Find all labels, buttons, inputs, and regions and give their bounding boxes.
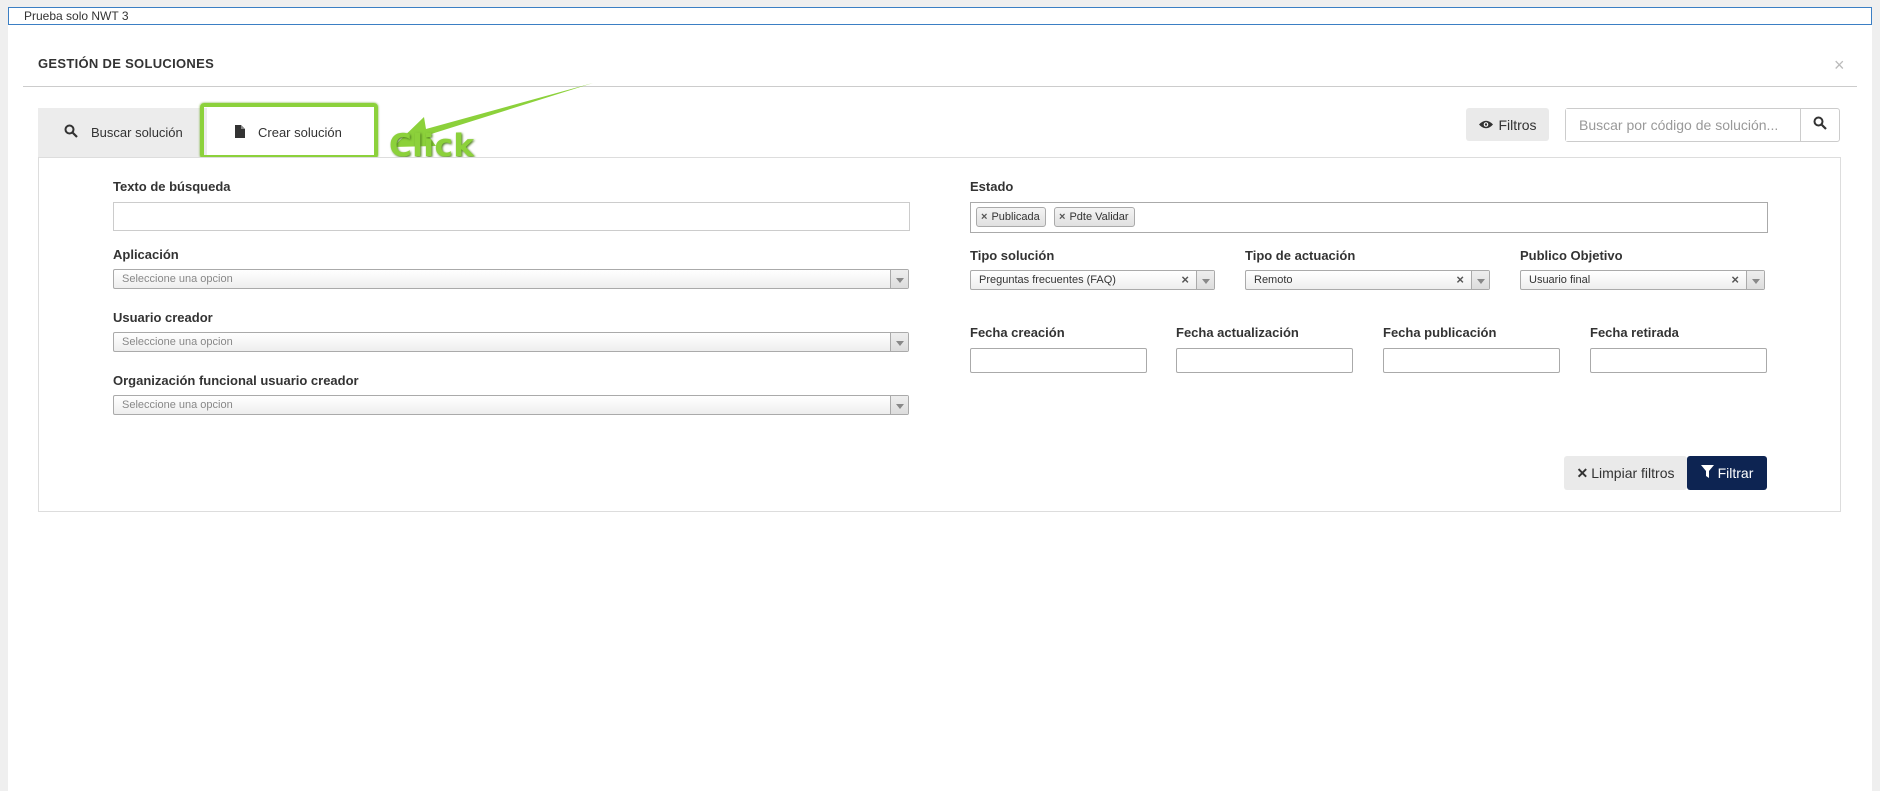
usuario-creador-select[interactable]: Seleccione una opcion <box>113 332 909 352</box>
org-funcional-label: Organización funcional usuario creador <box>113 373 359 388</box>
estado-multiselect[interactable]: × Publicada × Pdte Validar <box>970 202 1768 233</box>
aplicacion-label: Aplicación <box>113 247 179 262</box>
chip-label: Pdte Validar <box>1069 211 1129 223</box>
chevron-down-icon <box>1746 271 1764 289</box>
chevron-down-icon <box>1471 271 1489 289</box>
fecha-creacion-label: Fecha creación <box>970 325 1065 340</box>
close-icon[interactable]: × <box>1834 55 1845 76</box>
search-icon <box>1813 116 1827 135</box>
remove-icon[interactable]: × <box>981 211 987 223</box>
tipo-solucion-value: Preguntas frecuentes (FAQ) <box>979 274 1116 286</box>
filter-icon <box>1700 465 1714 481</box>
filtrar-button[interactable]: Filtrar <box>1687 456 1767 490</box>
tipo-actuacion-select[interactable]: Remoto × <box>1245 270 1490 290</box>
texto-busqueda-label: Texto de búsqueda <box>113 179 231 194</box>
fecha-creacion-input[interactable] <box>970 348 1147 373</box>
solutions-panel: GESTIÓN DE SOLUCIONES × Buscar solución … <box>8 25 1872 791</box>
fecha-retirada-label: Fecha retirada <box>1590 325 1679 340</box>
chip-label: Publicada <box>991 211 1040 223</box>
tipo-actuacion-value: Remoto <box>1254 274 1293 286</box>
org-funcional-select[interactable]: Seleccione una opcion <box>113 395 909 415</box>
chevron-down-icon <box>1196 271 1214 289</box>
tab-label: Buscar solución <box>91 125 183 140</box>
fecha-publicacion-label: Fecha publicación <box>1383 325 1497 340</box>
clear-icon[interactable]: × <box>1731 271 1739 289</box>
clear-icon[interactable]: × <box>1181 271 1189 289</box>
estado-chip: × Pdte Validar <box>1054 207 1135 227</box>
filtrar-label: Filtrar <box>1717 465 1754 481</box>
filter-form: Texto de búsqueda Aplicación Seleccione … <box>38 157 1841 512</box>
window-title-bar: Prueba solo NWT 3 <box>8 7 1872 25</box>
filtros-label: Filtros <box>1498 116 1537 133</box>
fecha-retirada-input[interactable] <box>1590 348 1767 373</box>
estado-label: Estado <box>970 179 1014 194</box>
publico-objetivo-value: Usuario final <box>1529 274 1591 286</box>
publico-objetivo-select[interactable]: Usuario final × <box>1520 270 1765 290</box>
clear-icon[interactable]: × <box>1456 271 1464 289</box>
fecha-actualizacion-input[interactable] <box>1176 348 1353 373</box>
code-search-button[interactable] <box>1800 109 1839 141</box>
publico-objetivo-label: Publico Objetivo <box>1520 248 1623 263</box>
limpiar-filtros-button[interactable]: ✕ Limpiar filtros <box>1564 456 1687 490</box>
chevron-down-icon <box>890 270 908 288</box>
tipo-actuacion-label: Tipo de actuación <box>1245 248 1356 263</box>
estado-chip: × Publicada <box>976 207 1046 227</box>
window-title: Prueba solo NWT 3 <box>24 9 129 23</box>
code-search-input[interactable] <box>1566 109 1800 141</box>
highlight-box <box>200 103 378 159</box>
chevron-down-icon <box>890 333 908 351</box>
org-funcional-placeholder: Seleccione una opcion <box>122 399 233 411</box>
usuario-creador-placeholder: Seleccione una opcion <box>122 336 233 348</box>
filtros-button[interactable]: Filtros <box>1466 108 1549 141</box>
tipo-solucion-label: Tipo solución <box>970 248 1055 263</box>
remove-icon[interactable]: × <box>1059 211 1065 223</box>
eye-icon <box>1478 117 1494 133</box>
usuario-creador-label: Usuario creador <box>113 310 213 325</box>
aplicacion-placeholder: Seleccione una opcion <box>122 273 233 285</box>
code-search <box>1565 108 1840 142</box>
tipo-solucion-select[interactable]: Preguntas frecuentes (FAQ) × <box>970 270 1215 290</box>
aplicacion-select[interactable]: Seleccione una opcion <box>113 269 909 289</box>
fecha-actualizacion-label: Fecha actualización <box>1176 325 1299 340</box>
texto-busqueda-input[interactable] <box>113 202 910 231</box>
chevron-down-icon <box>890 396 908 414</box>
fecha-publicacion-input[interactable] <box>1383 348 1560 373</box>
close-icon: ✕ <box>1576 464 1589 481</box>
panel-title: GESTIÓN DE SOLUCIONES <box>38 56 215 71</box>
limpiar-filtros-label: Limpiar filtros <box>1591 465 1675 481</box>
tab-buscar-solucion[interactable]: Buscar solución <box>38 108 198 157</box>
divider <box>23 86 1857 87</box>
search-icon <box>64 124 78 141</box>
